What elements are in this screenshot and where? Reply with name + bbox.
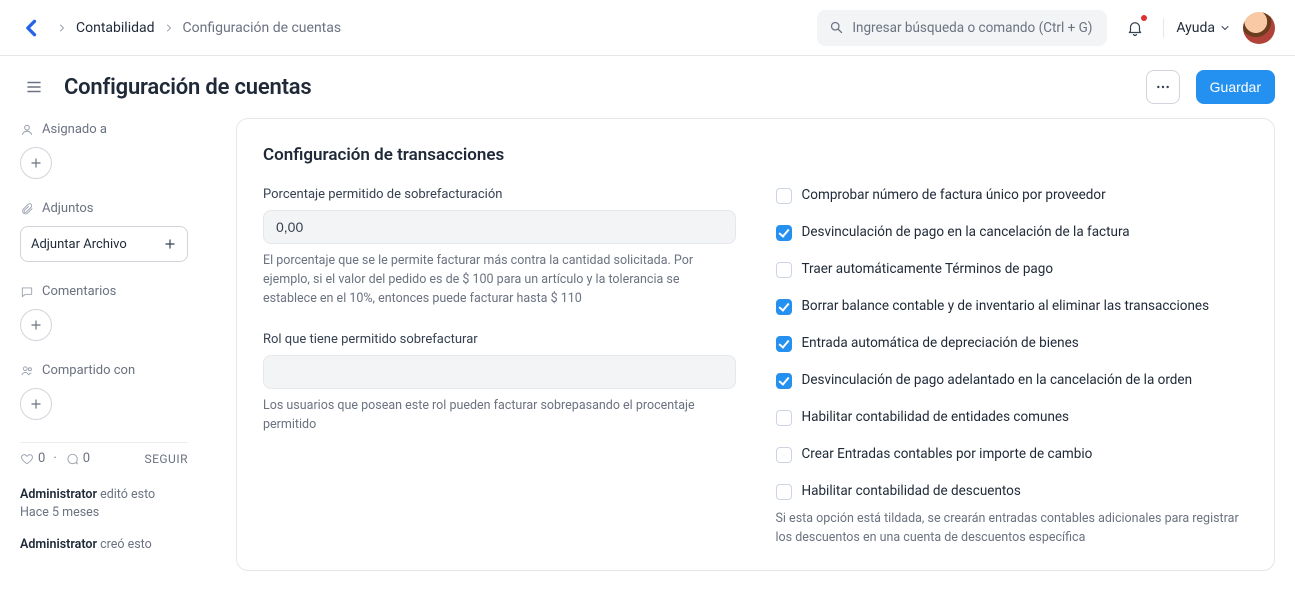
- avatar[interactable]: [1243, 12, 1275, 44]
- timeline-edit-verb: editó esto: [100, 487, 155, 502]
- checkbox-label: Desvinculación de pago en la cancelación…: [802, 224, 1130, 240]
- help-label: Ayuda: [1176, 20, 1215, 36]
- plus-icon: [163, 237, 177, 251]
- timeline-edit-time: Hace 5 meses: [20, 504, 220, 522]
- chevron-right-icon: [163, 22, 175, 34]
- timeline-edit-entry: Administrator editó esto: [20, 486, 220, 504]
- heart-icon: [20, 452, 34, 466]
- checkbox-row: Borrar balance contable y de inventario …: [776, 298, 1249, 315]
- over-billing-role-input[interactable]: [263, 355, 736, 389]
- follow-button[interactable]: SEGUIR: [144, 452, 188, 466]
- attach-file-button[interactable]: Adjuntar Archivo: [20, 226, 188, 262]
- like-count: 0: [38, 451, 45, 466]
- checkbox[interactable]: [776, 188, 792, 204]
- more-actions-button[interactable]: [1146, 70, 1180, 104]
- checkbox[interactable]: [776, 225, 792, 241]
- help-menu[interactable]: Ayuda: [1176, 20, 1231, 36]
- add-assignee-button[interactable]: [20, 147, 52, 179]
- comment-icon: [20, 285, 34, 299]
- checkbox-label: Comprobar número de factura único por pr…: [802, 187, 1106, 203]
- attachments-label: Adjuntos: [20, 201, 220, 216]
- assigned-to-label: Asignado a: [20, 122, 220, 137]
- add-share-button[interactable]: [20, 388, 52, 420]
- checkbox-label: Habilitar contabilidad de entidades comu…: [802, 409, 1070, 425]
- over-billing-pct-input[interactable]: [263, 210, 736, 244]
- timeline-edit-user: Administrator: [20, 487, 97, 502]
- checkbox-label: Traer automáticamente Términos de pago: [802, 261, 1054, 277]
- checkbox[interactable]: [776, 447, 792, 463]
- checkbox[interactable]: [776, 410, 792, 426]
- over-billing-pct-help: El porcentaje que se le permite facturar…: [263, 252, 736, 308]
- comments-label: Comentarios: [20, 284, 220, 299]
- checkbox-row: Desvinculación de pago adelantado en la …: [776, 372, 1249, 389]
- paperclip-icon: [20, 202, 34, 216]
- search-icon: [829, 20, 844, 35]
- checkbox[interactable]: [776, 484, 792, 500]
- assigned-label-text: Asignado a: [42, 122, 107, 137]
- chevron-right-icon: [56, 22, 68, 34]
- attachments-label-text: Adjuntos: [42, 201, 94, 216]
- user-icon: [20, 123, 34, 137]
- users-icon: [20, 364, 34, 378]
- divider: [1163, 18, 1164, 38]
- add-comment-button[interactable]: [20, 309, 52, 341]
- shared-label-text: Compartido con: [42, 363, 135, 378]
- timeline-create-user: Administrator: [20, 537, 97, 552]
- comment-count: 0: [83, 451, 90, 466]
- page-title: Configuración de cuentas: [64, 75, 1130, 100]
- timeline-create-verb: creó esto: [100, 537, 152, 552]
- comments-label-text: Comentarios: [42, 284, 116, 299]
- checkbox[interactable]: [776, 336, 792, 352]
- checkbox-row: Desvinculación de pago en la cancelación…: [776, 224, 1249, 241]
- checkbox-label: Crear Entradas contables por importe de …: [802, 446, 1093, 462]
- checkbox-row: Entrada automática de depreciación de bi…: [776, 335, 1249, 352]
- shared-with-label: Compartido con: [20, 363, 220, 378]
- breadcrumb-parent[interactable]: Contabilidad: [76, 20, 155, 36]
- over-billing-role-label: Rol que tiene permitido sobrefacturar: [263, 332, 736, 347]
- breadcrumb: Contabilidad Configuración de cuentas: [56, 20, 805, 36]
- dot-separator: ·: [53, 451, 56, 466]
- breadcrumb-current: Configuración de cuentas: [183, 20, 342, 36]
- logo[interactable]: [20, 16, 44, 40]
- attach-btn-label: Adjuntar Archivo: [31, 237, 127, 252]
- checkbox-row: Comprobar número de factura único por pr…: [776, 187, 1249, 204]
- chevron-down-icon: [1219, 22, 1231, 34]
- checkbox-row: Crear Entradas contables por importe de …: [776, 446, 1249, 463]
- timeline-create-entry: Administrator creó esto: [20, 536, 220, 554]
- over-billing-pct-label: Porcentaje permitido de sobrefacturación: [263, 187, 736, 202]
- search-input[interactable]: Ingresar búsqueda o comando (Ctrl + G): [817, 10, 1107, 46]
- checkbox[interactable]: [776, 299, 792, 315]
- checkbox-label: Habilitar contabilidad de descuentos: [802, 483, 1021, 499]
- checkbox-label: Borrar balance contable y de inventario …: [802, 298, 1210, 314]
- checkbox-row: Traer automáticamente Términos de pago: [776, 261, 1249, 278]
- checkbox[interactable]: [776, 373, 792, 389]
- notifications-button[interactable]: [1119, 12, 1151, 44]
- save-button[interactable]: Guardar: [1196, 70, 1275, 104]
- checkbox-row: Habilitar contabilidad de descuentos: [776, 483, 1249, 500]
- discount-help-text: Si esta opción está tildada, se crearán …: [776, 510, 1249, 548]
- speech-icon: [65, 452, 79, 466]
- comment-count-button[interactable]: 0: [65, 451, 90, 466]
- checkbox[interactable]: [776, 262, 792, 278]
- checkbox-label: Entrada automática de depreciación de bi…: [802, 335, 1079, 351]
- checkbox-row: Habilitar contabilidad de entidades comu…: [776, 409, 1249, 426]
- checkbox-label: Desvinculación de pago adelantado en la …: [802, 372, 1193, 388]
- section-title: Configuración de transacciones: [263, 145, 1248, 165]
- sidebar-toggle[interactable]: [20, 73, 48, 101]
- like-button[interactable]: 0: [20, 451, 45, 466]
- search-placeholder: Ingresar búsqueda o comando (Ctrl + G): [852, 20, 1092, 36]
- over-billing-role-help: Los usuarios que posean este rol pueden …: [263, 397, 736, 435]
